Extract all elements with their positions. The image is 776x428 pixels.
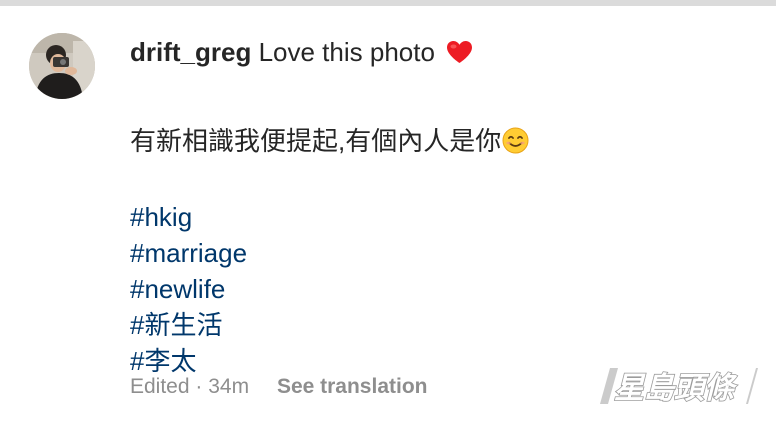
avatar-photo xyxy=(29,33,95,99)
comment-text: Love this photo xyxy=(258,37,435,67)
see-translation-button[interactable]: See translation xyxy=(277,375,428,398)
heart-emoji-icon xyxy=(446,37,473,73)
smiling-face-emoji-icon xyxy=(502,127,529,163)
comment-body: drift_greg Love this photo 有新相識我便提起,有個內人… xyxy=(130,34,750,379)
edited-label: Edited xyxy=(130,375,190,398)
comment-caption: 有新相識我便提起,有個內人是你 xyxy=(130,123,750,163)
avatar[interactable] xyxy=(29,33,95,99)
hashtag-link[interactable]: #marriage xyxy=(130,235,750,271)
caption-text: 有新相識我便提起,有個內人是你 xyxy=(130,126,502,156)
comment-meta: Edited · 34m See translation xyxy=(130,372,428,402)
username-link[interactable]: drift_greg xyxy=(130,37,251,67)
top-divider xyxy=(0,0,776,6)
hashtag-link[interactable]: #newlife xyxy=(130,271,750,307)
watermark-logo: 星島頭條 xyxy=(596,366,758,407)
meta-separator: · xyxy=(195,375,203,398)
watermark-text: 星島頭條 xyxy=(614,371,738,406)
time-ago[interactable]: 34m xyxy=(208,375,249,398)
comment-screenshot: drift_greg Love this photo 有新相識我便提起,有個內人… xyxy=(0,0,776,428)
hashtag-link[interactable]: #hkig xyxy=(130,199,750,235)
hashtag-link[interactable]: #新生活 xyxy=(130,307,750,343)
hashtag-list: #hkig #marriage #newlife #新生活 #李太 xyxy=(130,199,750,379)
comment-headline: drift_greg Love this photo xyxy=(130,34,750,73)
